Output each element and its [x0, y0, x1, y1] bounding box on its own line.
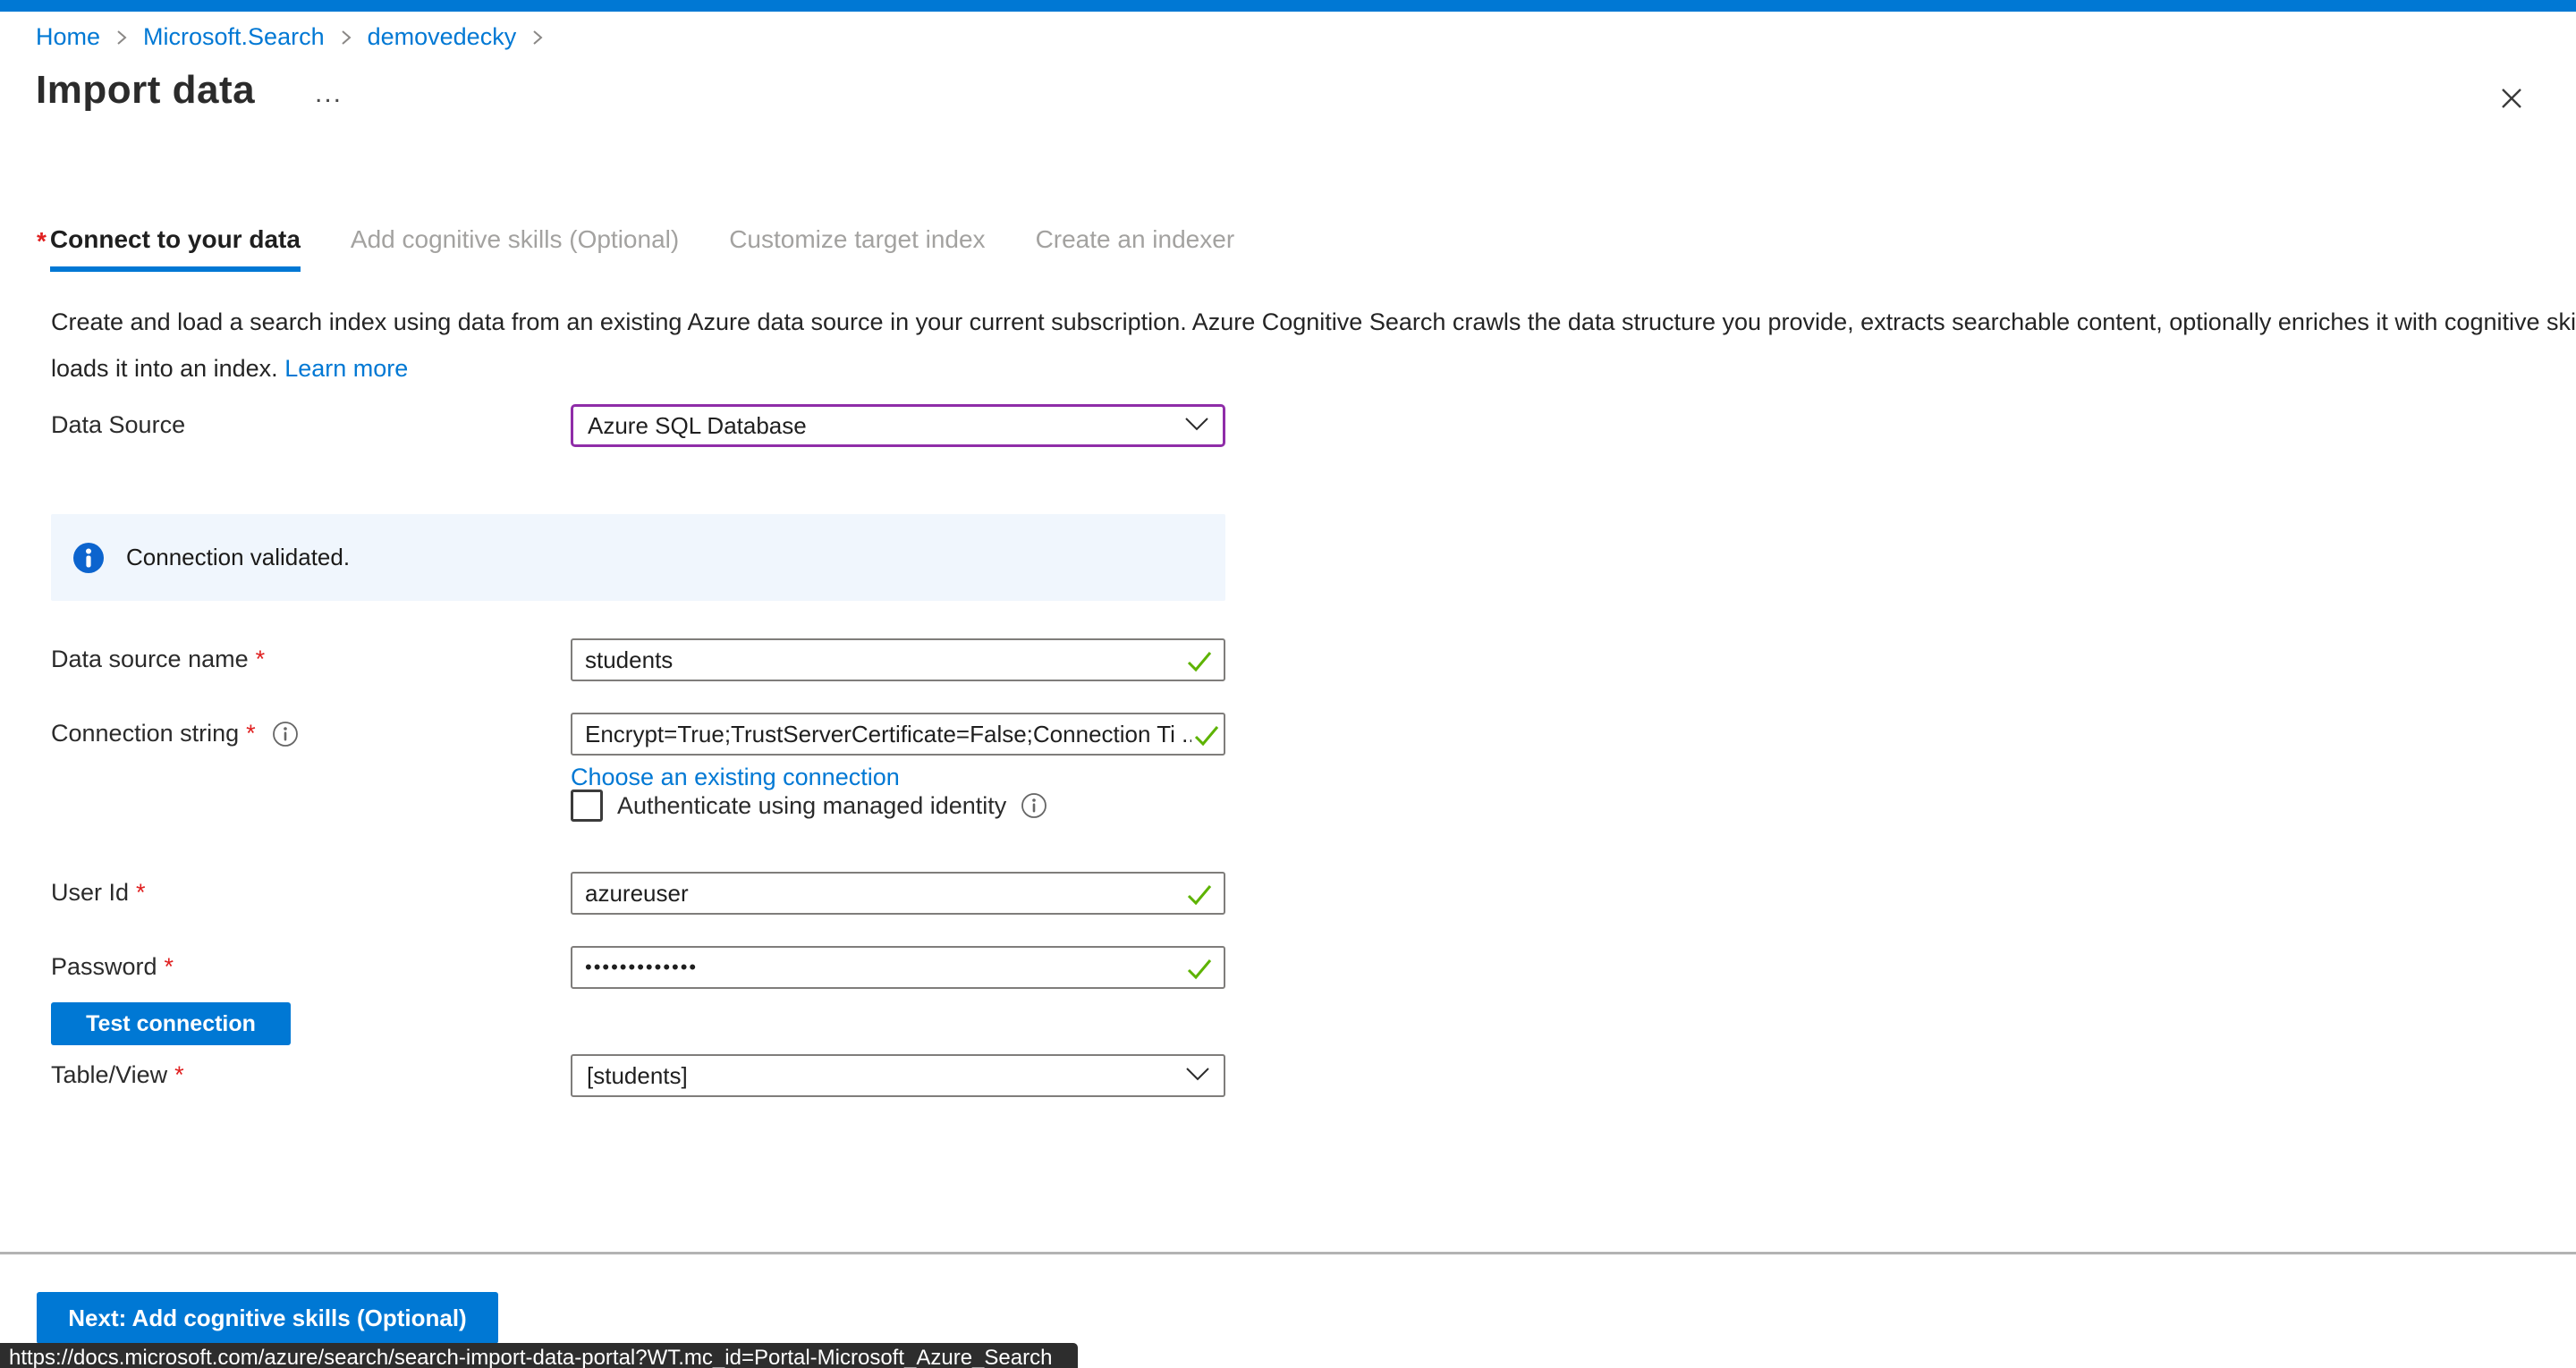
required-marker: * — [136, 879, 146, 907]
table-view-value: [students] — [572, 1062, 1184, 1090]
more-options-button[interactable]: ... — [315, 79, 343, 109]
valid-check-icon — [1193, 724, 1220, 752]
chevron-down-icon — [1183, 416, 1210, 436]
user-id-input[interactable] — [572, 874, 1224, 913]
data-source-dropdown[interactable]: Azure SQL Database — [571, 404, 1225, 447]
connection-string-field — [571, 713, 1225, 756]
chevron-down-icon — [1184, 1066, 1211, 1086]
chevron-right-icon — [339, 27, 353, 48]
required-marker: * — [165, 953, 174, 981]
info-icon[interactable] — [1021, 792, 1047, 819]
learn-more-link[interactable]: Learn more — [284, 355, 408, 382]
managed-identity-row: Authenticate using managed identity — [571, 790, 1047, 822]
banner-text: Connection validated. — [126, 544, 350, 571]
next-button[interactable]: Next: Add cognitive skills (Optional) — [37, 1292, 498, 1344]
user-id-field — [571, 872, 1225, 915]
breadcrumb-home-link[interactable]: Home — [36, 23, 100, 51]
footer-divider — [0, 1252, 2576, 1254]
breadcrumb-service-link[interactable]: Microsoft.Search — [143, 23, 325, 51]
wizard-tabs: * Connect to your data Add cognitive ski… — [37, 225, 1284, 272]
description-line2-text: loads it into an index. — [51, 355, 278, 382]
tab-create-an-indexer[interactable]: Create an indexer — [1036, 225, 1235, 266]
valid-check-icon — [1186, 650, 1213, 678]
page-title: Import data — [36, 68, 255, 113]
password-input[interactable] — [572, 948, 1224, 987]
tab-add-cognitive-skills[interactable]: Add cognitive skills (Optional) — [351, 225, 679, 266]
required-marker: * — [174, 1061, 184, 1089]
connection-validated-banner: Connection validated. — [51, 514, 1225, 601]
connection-string-input[interactable] — [572, 714, 1224, 754]
description-line1: Create and load a search index using dat… — [51, 299, 2576, 345]
chevron-right-icon — [530, 27, 545, 48]
data-source-name-input[interactable] — [572, 640, 1224, 680]
info-icon[interactable] — [272, 721, 299, 747]
import-data-page: Home Microsoft.Search demovedecky Import… — [0, 0, 2576, 1368]
data-source-value: Azure SQL Database — [573, 412, 1183, 440]
managed-identity-label: Authenticate using managed identity — [617, 792, 1006, 820]
table-view-label: Table/View* — [51, 1061, 184, 1089]
description-line2: loads it into an index. Learn more — [51, 345, 2576, 392]
password-label: Password* — [51, 953, 174, 981]
page-description: Create and load a search index using dat… — [51, 299, 2576, 392]
status-url: https://docs.microsoft.com/azure/search/… — [0, 1346, 1052, 1368]
info-filled-icon — [72, 542, 105, 574]
data-source-label: Data Source — [51, 411, 185, 439]
close-icon — [2497, 84, 2526, 117]
data-source-name-label: Data source name* — [51, 646, 265, 673]
browser-status-bar: https://docs.microsoft.com/azure/search/… — [0, 1343, 1078, 1368]
user-id-label: User Id* — [51, 879, 146, 907]
table-view-dropdown[interactable]: [students] — [571, 1054, 1225, 1097]
required-marker: * — [37, 225, 47, 256]
tab-customize-target-index[interactable]: Customize target index — [729, 225, 985, 266]
required-marker: * — [246, 720, 256, 747]
valid-check-icon — [1186, 883, 1213, 911]
managed-identity-checkbox[interactable] — [571, 790, 603, 822]
test-connection-button[interactable]: Test connection — [51, 1002, 291, 1045]
valid-check-icon — [1186, 958, 1213, 985]
breadcrumb: Home Microsoft.Search demovedecky — [36, 23, 559, 51]
breadcrumb-resource-link[interactable]: demovedecky — [368, 23, 517, 51]
azure-top-accent-bar — [0, 0, 2576, 12]
close-button[interactable] — [2492, 80, 2531, 120]
chevron-right-icon — [114, 27, 129, 48]
connection-string-label: Connection string* — [51, 720, 299, 747]
required-marker: * — [256, 646, 266, 673]
data-source-name-field — [571, 638, 1225, 681]
choose-existing-connection-link[interactable]: Choose an existing connection — [571, 764, 900, 791]
password-field — [571, 946, 1225, 989]
tab-connect-to-your-data[interactable]: Connect to your data — [50, 225, 301, 272]
